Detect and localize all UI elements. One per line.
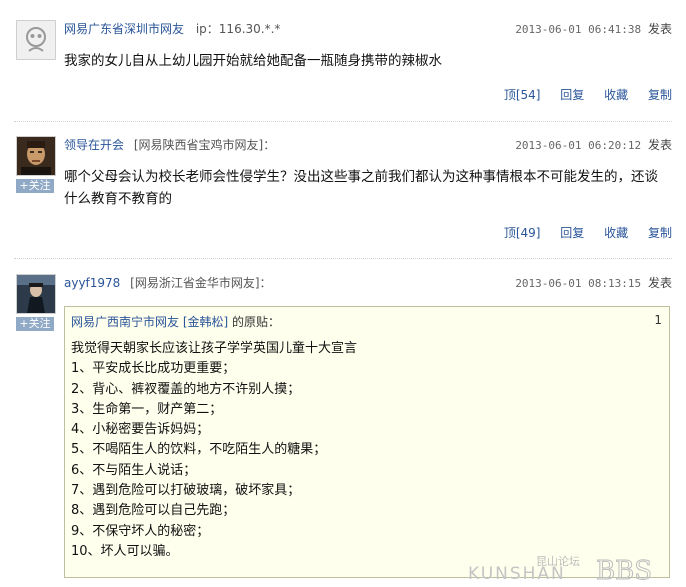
comment-2-avatar-wrap: +关注 <box>16 136 56 193</box>
comment-1-ip: ip：116.30.*.* <box>195 22 281 36</box>
quote-line: 6、不与陌生人说话； <box>71 462 197 478</box>
comment-2-time: 2013-06-01 06:20:12 <box>515 139 642 152</box>
comment-1-fav-button[interactable]: 收藏 <box>604 88 628 102</box>
comment-3-time: 2013-06-01 08:13:15 <box>515 277 642 290</box>
default-avatar-icon[interactable] <box>16 20 56 60</box>
quote-source-user[interactable]: 网易广西南宁市网友 <box>71 315 179 329</box>
quote-source-suffix: 的原贴： <box>232 315 281 329</box>
comment-2-location: [网易陕西省宝鸡市网友]： <box>133 138 276 152</box>
quote-source-nick[interactable]: [金韩松] <box>183 315 228 329</box>
user-avatar[interactable] <box>16 136 56 176</box>
comment-2-actions: 顶[49] 回复 收藏 复制 <box>488 224 672 241</box>
comment-1-time-wrap: 2013-06-01 06:41:38 发表 <box>515 20 672 39</box>
comment-1-avatar-wrap <box>16 20 56 60</box>
comment-3-header: ayyf1978 [网易浙江省金华市网友]： 2013-06-01 08:13:… <box>64 274 672 292</box>
quote-header: 网易广西南宁市网友 [金韩松] 的原贴： <box>71 313 280 330</box>
user-avatar[interactable] <box>16 274 56 314</box>
quote-line: 2、背心、裤衩覆盖的地方不许别人摸； <box>71 381 301 397</box>
comment-1-header: 网易广东省深圳市网友 ip：116.30.*.* 2013-06-01 06:4… <box>64 20 672 38</box>
divider-2 <box>14 258 672 259</box>
comment-2-header: 领导在开会 [网易陕西省宝鸡市网友]： 2013-06-01 06:20:12 … <box>64 136 672 154</box>
comment-2-report[interactable]: 发表 <box>648 138 672 152</box>
comment-1-time: 2013-06-01 06:41:38 <box>515 23 642 36</box>
quote-floor-number: 1 <box>654 313 662 327</box>
comment-3-username[interactable]: ayyf1978 <box>64 276 120 290</box>
comment-2-time-wrap: 2013-06-01 06:20:12 发表 <box>515 136 672 155</box>
quote-body: 我觉得天朝家长应该让孩子学学英国儿童十大宣言 1、平安成长比成功更重要； 2、背… <box>71 339 661 562</box>
quote-line: 5、不喝陌生人的饮料，不吃陌生人的糖果； <box>71 442 327 458</box>
comment-1-up-button[interactable]: 顶[54] <box>504 88 541 102</box>
comment-1-report[interactable]: 发表 <box>648 22 672 36</box>
comment-2-fav-button[interactable]: 收藏 <box>604 226 628 240</box>
quote-line: 7、遇到危险可以打破玻璃，破坏家具； <box>71 483 301 499</box>
comment-2-username[interactable]: 领导在开会 <box>64 138 124 152</box>
comment-2-reply-button[interactable]: 回复 <box>560 226 584 240</box>
comment-2-up-button[interactable]: 顶[49] <box>504 226 541 240</box>
quote-line: 9、不保守坏人的秘密； <box>71 523 210 539</box>
divider-1 <box>14 121 672 122</box>
comment-1-copy-button[interactable]: 复制 <box>648 88 672 102</box>
comment-2-text: 哪个父母会认为校长老师会性侵学生？没出这些事之前我们都认为这种事情根本不可能发生… <box>64 169 658 207</box>
comment-2-copy-button[interactable]: 复制 <box>648 226 672 240</box>
comment-3-avatar-wrap: +关注 <box>16 274 56 331</box>
comment-1-text: 我家的女儿自从上幼儿园开始就给她配备一瓶随身携带的辣椒水 <box>64 53 442 69</box>
site-watermark-logo: 昆山论坛 KUNSHAN BBS <box>468 553 678 587</box>
watermark-mark: BBS <box>596 556 652 581</box>
quote-line: 1、平安成长比成功更重要； <box>71 361 236 377</box>
quoted-post: 网易广西南宁市网友 [金韩松] 的原贴： 1 我觉得天朝家长应该让孩子学学英国儿… <box>64 306 670 578</box>
comment-3-time-wrap: 2013-06-01 08:13:15 发表 <box>515 274 672 293</box>
comment-3-follow-button[interactable]: +关注 <box>16 317 54 331</box>
comment-2: +关注 领导在开会 [网易陕西省宝鸡市网友]： 2013-06-01 06:20… <box>0 130 686 248</box>
comment-1: 网易广东省深圳市网友 ip：116.30.*.* 2013-06-01 06:4… <box>0 14 686 120</box>
comment-1-username[interactable]: 网易广东省深圳市网友 <box>64 22 184 36</box>
comment-1-reply-button[interactable]: 回复 <box>560 88 584 102</box>
comment-3-location: [网易浙江省金华市网友]： <box>130 276 272 290</box>
comment-3: +关注 ayyf1978 [网易浙江省金华市网友]： 2013-06-01 08… <box>0 268 686 586</box>
comment-3-report[interactable]: 发表 <box>648 276 672 290</box>
quote-line: 4、小秘密要告诉妈妈； <box>71 422 210 438</box>
quote-line: 3、生命第一，财产第二； <box>71 401 223 417</box>
quote-line: 我觉得天朝家长应该让孩子学学英国儿童十大宣言 <box>71 341 358 356</box>
quote-line: 8、遇到危险可以自己先跑； <box>71 503 236 519</box>
watermark-en: KUNSHAN <box>468 564 566 581</box>
comment-2-follow-button[interactable]: +关注 <box>16 179 54 193</box>
comment-1-actions: 顶[54] 回复 收藏 复制 <box>488 86 672 103</box>
